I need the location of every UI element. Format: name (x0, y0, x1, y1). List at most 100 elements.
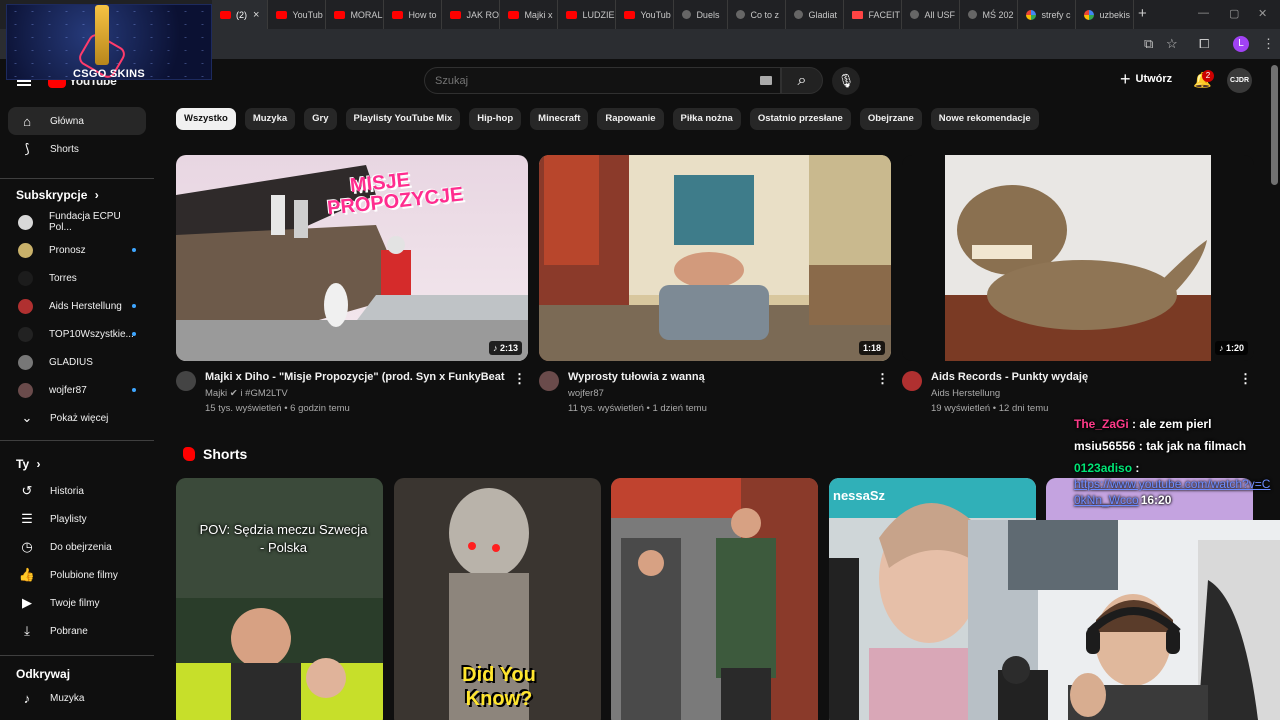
tab-list: (2) × YouTub MORAL How to JAK RO Majki x LUDZIE… (212, 0, 1135, 29)
sidebar-item[interactable]: ↺ Historia (8, 477, 146, 505)
stream-chat-overlay: The_ZaGi : ale zem pierl msiu56556 : tak … (1074, 416, 1274, 514)
browser-profile-avatar[interactable]: L (1233, 36, 1249, 52)
history-icon: ↺ (21, 483, 33, 498)
browser-tab[interactable]: How to (384, 0, 443, 29)
sidebar-item[interactable]: ⌄ Pokaż więcej (8, 404, 146, 432)
create-label: Utwórz (1135, 73, 1173, 85)
video-thumbnail[interactable]: ♪ 1:20 (902, 155, 1254, 361)
filter-chip[interactable]: Playlisty YouTube Mix (345, 108, 461, 130)
page-scrollbar[interactable] (1271, 65, 1278, 185)
browser-tab[interactable]: MORAL (326, 0, 385, 29)
browser-tab[interactable]: FACEIT (844, 0, 903, 29)
channel-name[interactable]: wojfer87 (568, 388, 604, 399)
sidebar-item[interactable]: ♪ Muzyka (8, 684, 146, 712)
channel-name[interactable]: Aids Herstellung (931, 388, 1000, 399)
search-input[interactable] (425, 68, 725, 93)
more-options-icon[interactable]: ⋮ (876, 371, 889, 387)
video-thumbnail[interactable]: 1:18 (539, 155, 891, 361)
account-avatar[interactable]: CJDR (1227, 68, 1252, 93)
sidebar-item[interactable]: ▶ Twoje filmy (8, 589, 146, 617)
browser-tab[interactable]: strefy c (1018, 0, 1077, 29)
tab-label: How to (408, 9, 437, 20)
browser-tab[interactable]: (2) × (212, 0, 269, 29)
browser-menu-icon[interactable]: ⋮ (1262, 36, 1275, 52)
tab-label: uzbekis (1099, 9, 1130, 20)
sidebar-item[interactable]: Pronosz (8, 236, 146, 264)
filter-chip[interactable]: Piłka nożna (672, 108, 741, 130)
bookmark-star-icon[interactable]: ☆ (1166, 36, 1178, 52)
tab-label: Majki x (524, 9, 553, 20)
filter-chip[interactable]: Hip-hop (469, 108, 522, 130)
channel-avatar[interactable] (539, 371, 559, 391)
short-thumbnail[interactable]: POV: Sędzia meczu Szwecja - Polska (176, 478, 383, 720)
tab-label: LUDZIE (582, 9, 615, 20)
browser-tab[interactable]: LUDZIE (558, 0, 617, 29)
knife-icon (95, 5, 109, 65)
filter-chip[interactable]: Muzyka (244, 108, 296, 130)
sidebar-item[interactable]: Aids Herstellung (8, 292, 146, 320)
sidebar-item[interactable]: Fundacja ECPU Pol... (8, 208, 146, 236)
keyboard-icon[interactable] (760, 76, 772, 85)
subscriptions-header[interactable]: Subskrypcje › (16, 188, 99, 202)
filter-chip[interactable]: Ostatnio przesłane (749, 108, 851, 130)
browser-tab[interactable]: JAK RO (442, 0, 501, 29)
filter-chip[interactable]: Wszystko (176, 108, 236, 130)
youtube-favicon-icon (624, 10, 636, 19)
new-tab-button[interactable]: + (1138, 5, 1147, 22)
filter-chip[interactable]: Minecraft (530, 108, 589, 130)
browser-tab[interactable]: Majki x (500, 0, 559, 29)
browser-tab[interactable]: Duels (674, 0, 729, 29)
filter-chip[interactable]: Nowe rekomendacje (930, 108, 1039, 130)
sidebar-item[interactable]: TOP10Wszystkie... (8, 320, 146, 348)
cast-icon[interactable]: ⧉ (1144, 36, 1153, 52)
download-icon: ⤓ (24, 623, 30, 638)
chat-link[interactable]: https://www.youtube.com/watch?v=C0kNn_Wc… (1074, 477, 1270, 507)
short-thumbnail[interactable]: Did You Know? (394, 478, 601, 720)
voice-search-button[interactable]: 🎙 (832, 67, 860, 95)
search-button[interactable]: ⌕ (781, 67, 823, 94)
more-options-icon[interactable]: ⋮ (1239, 371, 1252, 387)
browser-tab[interactable]: YouTub (616, 0, 675, 29)
maximize-icon[interactable]: ▢ (1229, 7, 1239, 20)
sidebar-item[interactable]: ⟆ Shorts (8, 135, 146, 163)
browser-tab[interactable]: uzbekis (1076, 0, 1135, 29)
browser-tab[interactable]: MŚ 202 (960, 0, 1019, 29)
sidebar-item-label: Historia (50, 485, 84, 497)
chat-text: : ale zem pierl (1132, 417, 1212, 431)
more-options-icon[interactable]: ⋮ (513, 371, 526, 387)
video-title[interactable]: Aids Records - Punkty wydaję (931, 371, 1231, 383)
sidebar-item[interactable]: ◷ Do obejrzenia (8, 533, 146, 561)
close-window-icon[interactable]: ✕ (1258, 7, 1267, 20)
watch-later-icon: ◷ (21, 539, 33, 554)
browser-tab[interactable]: All USF (902, 0, 961, 29)
sidebar-item-label: GLADIUS (49, 356, 93, 368)
video-title[interactable]: Wyprosty tułowia z wanną (568, 371, 868, 383)
channel-avatar[interactable] (902, 371, 922, 391)
sidebar-item[interactable]: Torres (8, 264, 146, 292)
sidebar-item[interactable]: wojfer87 (8, 376, 146, 404)
extensions-icon[interactable]: ⧠ (1199, 36, 1209, 52)
create-button[interactable]: + Utwórz (1120, 69, 1173, 89)
plus-icon: + (1120, 69, 1131, 89)
tab-label: FACEIT (868, 9, 900, 20)
sidebar-item[interactable]: ☰ Playlisty (8, 505, 146, 533)
filter-chip[interactable]: Rapowanie (597, 108, 664, 130)
video-title[interactable]: Majki x Diho - "Misje Propozycje" (prod.… (205, 371, 505, 383)
browser-tab[interactable]: Gladiat (786, 0, 845, 29)
channel-avatar[interactable] (176, 371, 196, 391)
browser-tab[interactable]: Co to z (728, 0, 787, 29)
video-thumbnail[interactable]: MISJE PROPOZYCJE ♪ 2:13 (176, 155, 528, 361)
you-header[interactable]: Ty › (16, 457, 40, 471)
filter-chip[interactable]: Gry (304, 108, 337, 130)
channel-name[interactable]: Majki ✔ i #GM2LTV (205, 388, 288, 399)
sidebar-item-label: Fundacja ECPU Pol... (49, 211, 121, 233)
short-thumbnail[interactable] (611, 478, 818, 720)
close-tab-icon[interactable]: × (253, 9, 259, 21)
browser-tab[interactable]: YouTub (268, 0, 327, 29)
sidebar-item[interactable]: GLADIUS (8, 348, 146, 376)
sidebar-item[interactable]: ⌂ Główna (8, 107, 146, 135)
sidebar-item[interactable]: 👍 Polubione filmy (8, 561, 146, 589)
filter-chip[interactable]: Obejrzane (859, 108, 922, 130)
sidebar-item[interactable]: ⤓ Pobrane (8, 617, 146, 645)
minimize-icon[interactable]: — (1198, 7, 1209, 19)
